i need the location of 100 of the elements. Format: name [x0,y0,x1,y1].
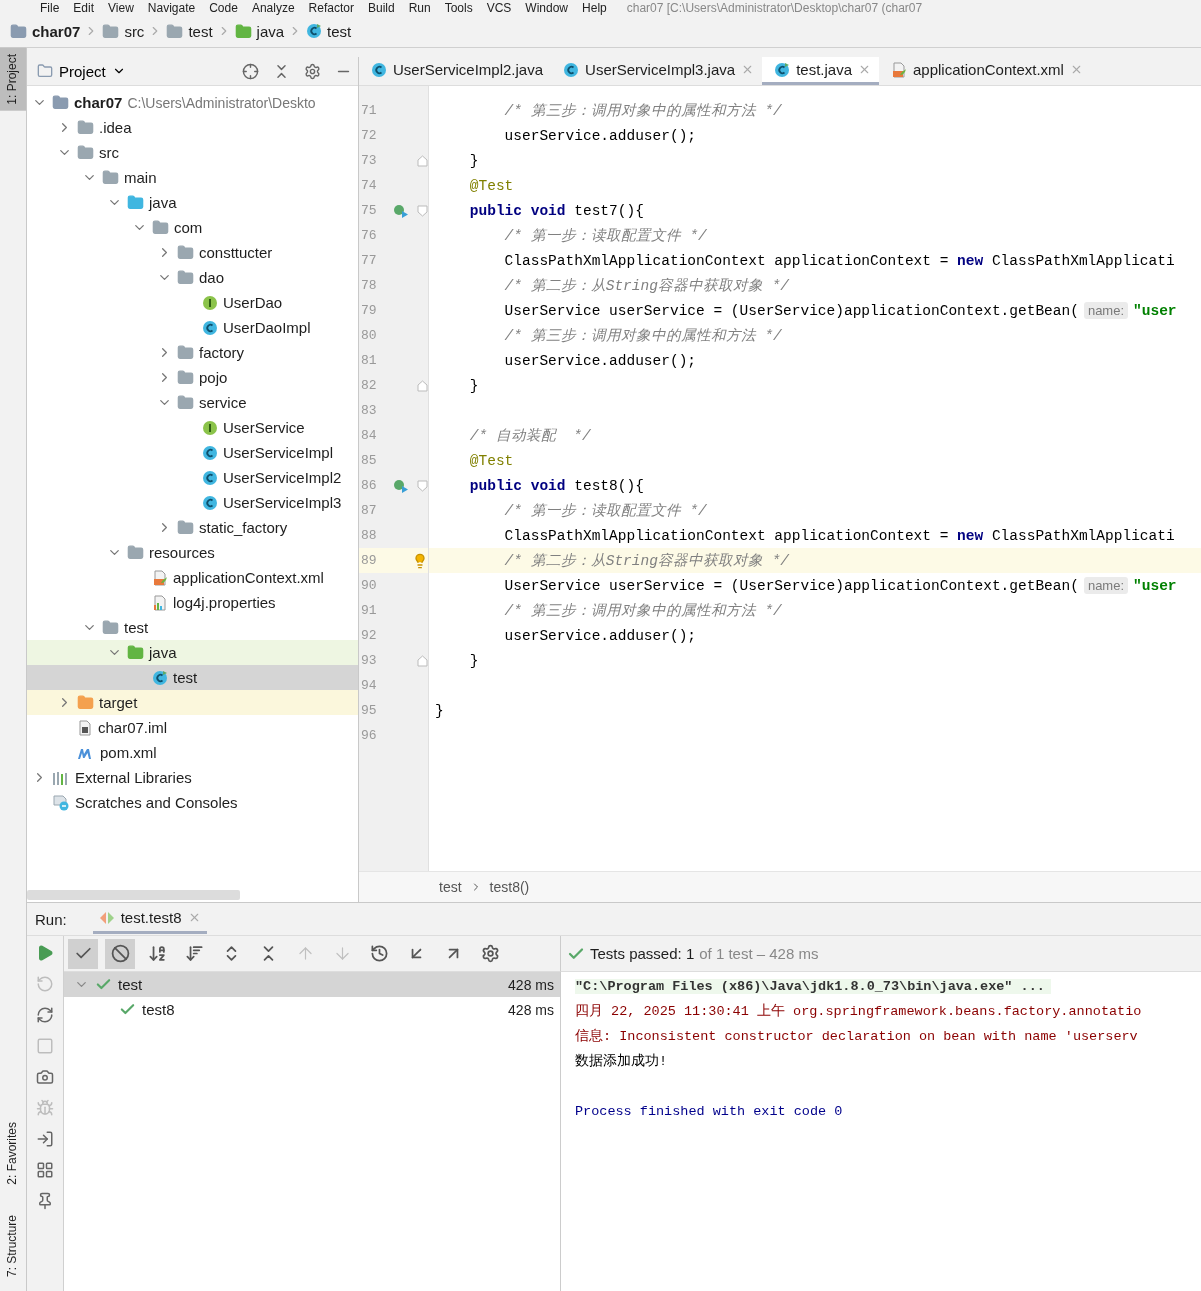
tree-item[interactable]: dao [27,265,358,290]
line-number: 87 [360,503,378,518]
editor-tab[interactable]: UserServiceImpl2.java [359,57,552,85]
tree-item[interactable]: consttucter [27,240,358,265]
breadcrumb-item[interactable]: src [124,22,145,40]
settings-icon[interactable] [304,62,321,80]
tree-item[interactable]: log4j.properties [27,590,358,615]
tree-item[interactable]: target [27,690,358,715]
folder-icon [102,22,120,40]
tree-item[interactable]: resources [27,540,358,565]
exit-icon[interactable] [36,1130,54,1148]
editor-tab[interactable]: test.java [762,57,879,85]
menu-item[interactable]: File [40,0,60,15]
tool-window-tab[interactable]: 2: Favorites [0,1116,26,1191]
tree-item[interactable]: pom.xml [27,740,358,765]
menu-item[interactable]: View [108,0,134,15]
tree-item[interactable]: .idea [27,115,358,140]
breadcrumb-item[interactable]: char07 [32,22,81,40]
folder-icon [77,694,94,711]
tree-item[interactable]: src [27,140,358,165]
line-number: 89 [360,553,378,568]
scrollbar[interactable] [27,890,240,900]
tool-window-tab[interactable]: 1: Project [0,48,26,111]
test-tree-item[interactable]: test8 428 ms [64,997,560,1022]
menu-item[interactable]: Code [209,0,238,15]
code-comment: /* 第三步：调用对象中的属性和方法 */ [503,102,782,120]
tree-item[interactable]: char07 C:\Users\Administrator\Deskto [27,90,358,115]
tree-item[interactable]: UserDao [27,290,358,315]
run-test-icon[interactable] [393,477,409,494]
line-number: 82 [360,378,378,393]
menu-item[interactable]: Edit [73,0,95,15]
tree-item[interactable]: External Libraries [27,765,358,790]
camera-icon[interactable] [36,1068,54,1086]
tree-item[interactable]: UserDaoImpl [27,315,358,340]
menu-item[interactable]: Navigate [147,0,196,15]
breadcrumb-item[interactable]: test [439,879,462,895]
tree-item[interactable]: applicationContext.xml [27,565,358,590]
folder-icon [77,119,94,136]
tree-item[interactable]: static_factory [27,515,358,540]
tree-item[interactable]: main [27,165,358,190]
menu-item[interactable]: Help [582,0,607,15]
tree-item[interactable]: char07.iml [27,715,358,740]
line-number: 90 [360,578,378,593]
code-comment: /* 第三步：调用对象中的属性和方法 */ [503,602,782,620]
tests-passed-text: Tests passed: 1 [590,945,695,962]
menu-item[interactable]: Window [525,0,569,15]
tab-label: test.java [796,61,852,78]
breadcrumb-item[interactable]: java [256,22,285,40]
close-icon[interactable] [858,63,871,76]
toolbar-button[interactable] [105,938,135,969]
tree-item[interactable]: pojo [27,365,358,390]
run-icon[interactable] [36,944,54,962]
tree-item[interactable]: UserService [27,415,358,440]
menu-item[interactable]: Run [408,0,431,15]
tool-window-tab[interactable]: 7: Structure [0,1208,26,1283]
tree-item[interactable]: Scratches and Consoles [27,790,358,815]
line-number: 88 [360,528,378,543]
tree-item[interactable]: java [27,190,358,215]
tree-item[interactable]: UserServiceImpl3 [27,490,358,515]
folder-icon [52,94,69,111]
tree-item[interactable]: test [27,615,358,640]
pin-icon[interactable] [36,1192,54,1210]
tab-label: UserServiceImpl2.java [393,61,544,78]
class-icon [202,494,218,511]
layout-icon[interactable] [36,1161,54,1179]
tree-item[interactable]: com [27,215,358,240]
folder-icon [152,219,169,236]
tree-item[interactable]: test [27,665,358,690]
tree-item[interactable]: java [27,640,358,665]
code-text: test7(){ [573,202,644,219]
code-text: UserService userService = (UserService)applicationContext.getBean( [503,302,1079,319]
class-icon [774,61,791,78]
line-number: 80 [360,328,378,343]
tree-item-label: consttucter [199,244,273,261]
editor-tab[interactable]: UserServiceImpl3.java [551,57,763,85]
toolbar-button[interactable] [68,938,98,969]
menu-item[interactable]: VCS [486,0,512,15]
module-file-icon [77,719,93,736]
menu-item[interactable]: Refactor [308,0,354,15]
menu-item[interactable]: Build [367,0,395,15]
run-test-icon[interactable] [393,202,409,219]
breadcrumb-item[interactable]: test [188,22,213,40]
tree-item-label: dao [199,269,225,286]
folder-icon [177,269,194,286]
breadcrumb-item[interactable]: test [327,22,352,40]
tree-item[interactable]: UserServiceImpl [27,440,358,465]
lightbulb-icon[interactable] [412,552,428,569]
test-tree-item[interactable]: test 428 ms [64,972,560,997]
tree-item[interactable]: factory [27,340,358,365]
code-comment: /* 第一步：读取配置文件 */ [503,502,707,520]
editor-tab[interactable]: applicationContext.xml [879,57,1091,85]
menu-item[interactable]: Analyze [251,0,295,15]
tree-item[interactable]: UserServiceImpl2 [27,465,358,490]
crosshair-icon[interactable] [242,62,259,80]
tree-item[interactable]: service [27,390,358,415]
project-view-dropdown[interactable]: Project [37,62,126,80]
parameter-hint: name: [1083,577,1129,594]
refresh-icon[interactable] [36,1006,54,1024]
menu-item[interactable]: Tools [444,0,473,15]
breadcrumb-item[interactable]: test8() [489,879,530,895]
